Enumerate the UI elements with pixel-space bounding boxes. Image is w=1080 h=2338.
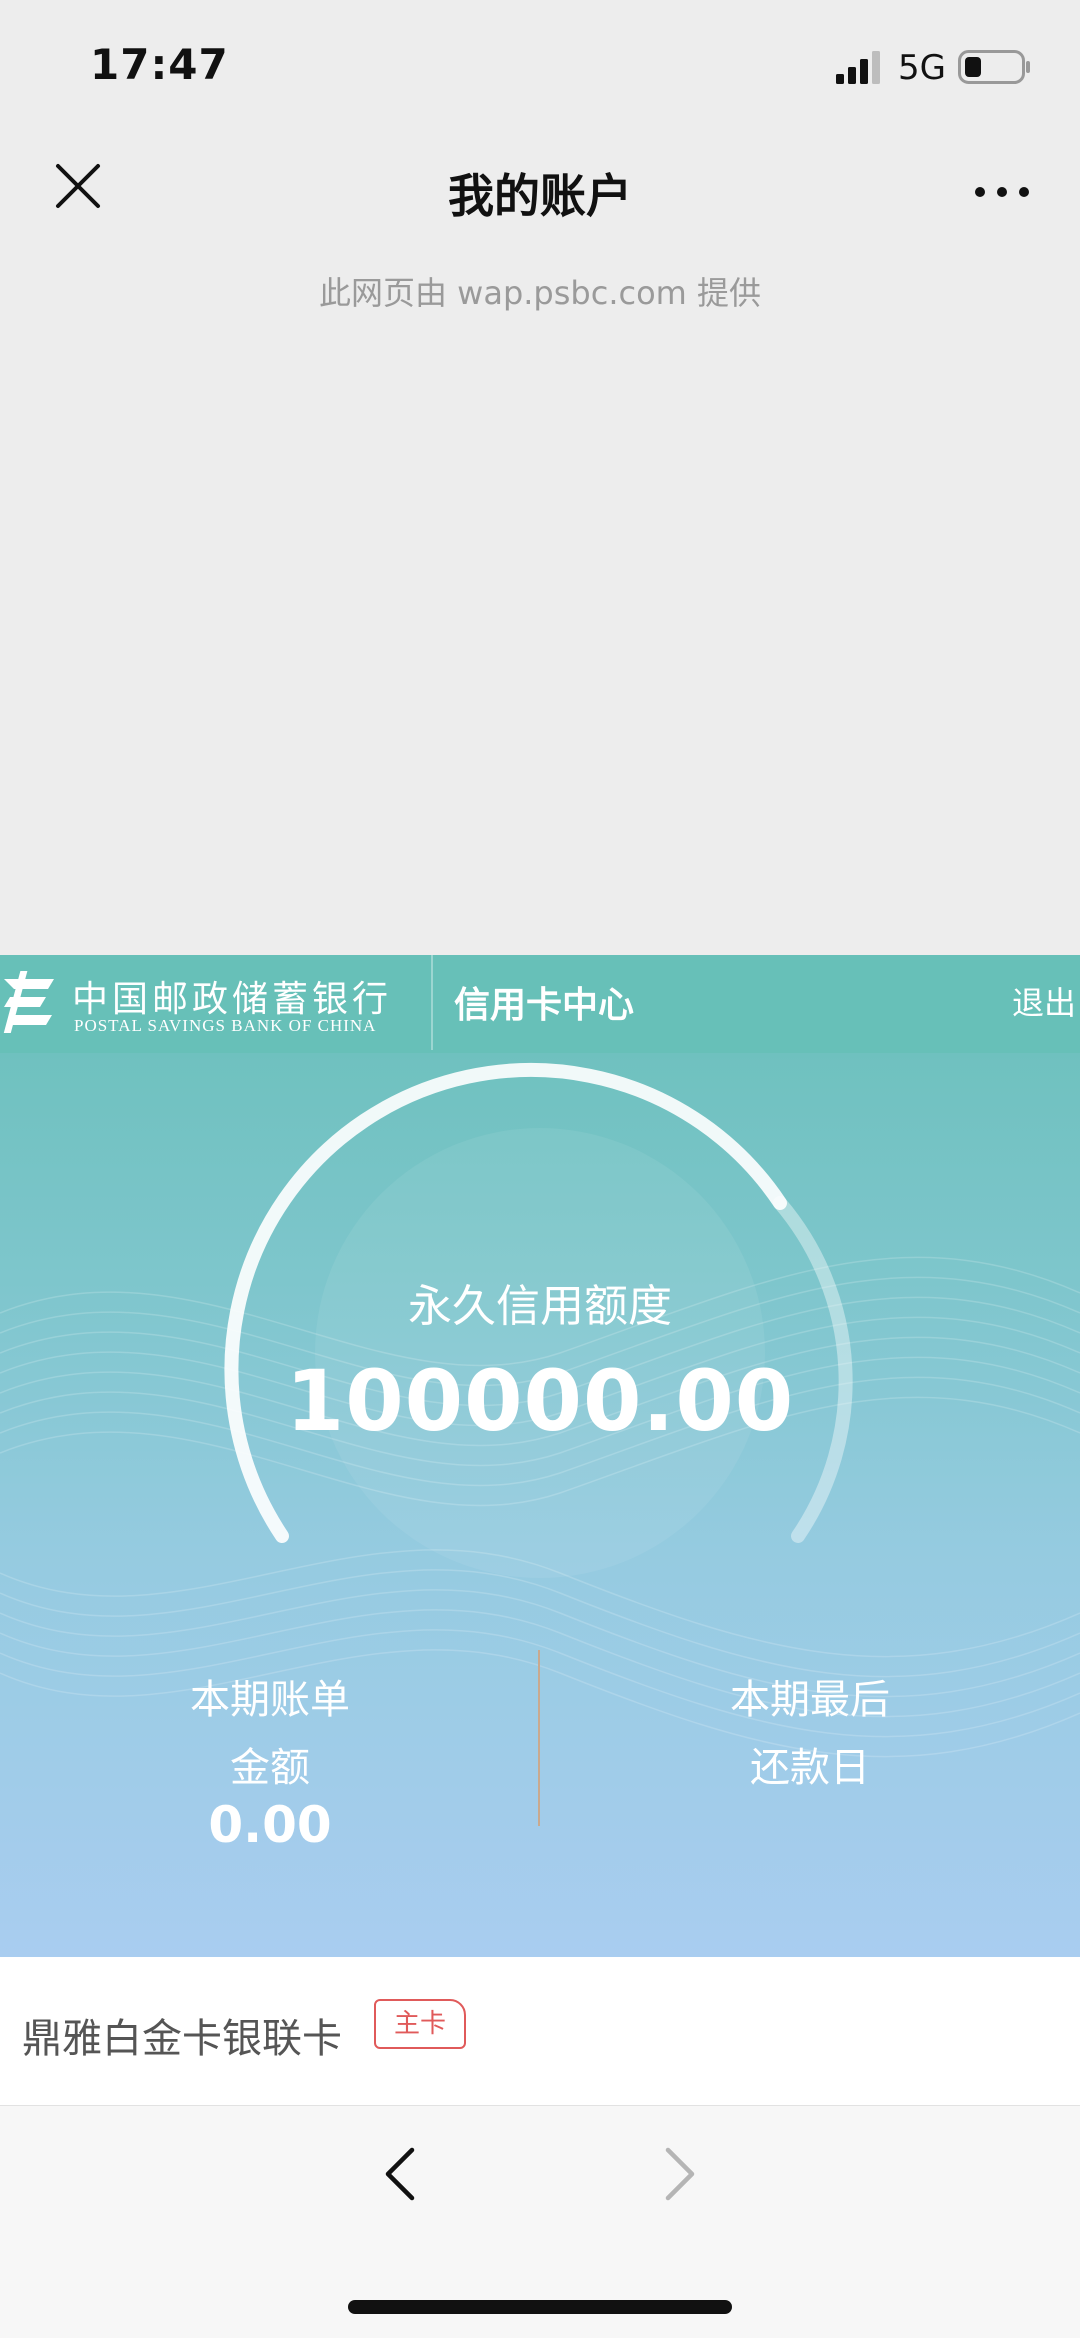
home-indicator xyxy=(348,2300,732,2314)
bill-amount-value: 0.00 xyxy=(208,1796,332,1854)
credit-card-center-title: 信用卡中心 xyxy=(454,985,635,1026)
stats-divider xyxy=(538,1650,540,1826)
main-card-badge: 主卡 xyxy=(374,1999,466,2049)
provider-note: 此网页由 wap.psbc.com 提供 xyxy=(318,274,762,312)
more-icon[interactable] xyxy=(972,172,1032,212)
logout-link[interactable]: 退出 xyxy=(1012,978,1076,1024)
header-divider xyxy=(431,955,433,1050)
credit-limit-value: 100000.00 xyxy=(285,1352,795,1450)
credit-limit-label: 永久信用额度 xyxy=(408,1281,672,1332)
back-arrow-icon[interactable] xyxy=(378,2144,422,2204)
bank-name-cn: 中国邮政储蓄银行 xyxy=(72,979,393,1020)
card-name: 鼎雅白金卡银联卡 xyxy=(22,2016,342,2062)
status-bar: 17:47 5G xyxy=(0,0,1080,130)
bill-label-line2: 金额 xyxy=(230,1745,310,1791)
battery-icon xyxy=(958,50,1030,84)
bank-name-en: POSTAL SAVINGS BANK OF CHINA xyxy=(74,1016,377,1035)
due-label-line1: 本期最后 xyxy=(730,1677,890,1723)
signal-icon xyxy=(836,51,880,84)
bill-label-line1: 本期账单 xyxy=(190,1677,350,1723)
network-type: 5G xyxy=(898,48,946,88)
due-date-label: 本期最后 还款日 xyxy=(680,1666,940,1802)
bill-amount-label: 本期账单 金额 xyxy=(140,1666,400,1802)
due-label-line2: 还款日 xyxy=(750,1745,870,1791)
forward-arrow-icon[interactable] xyxy=(658,2144,702,2204)
bank-logo-icon xyxy=(3,971,54,1033)
status-time: 17:47 xyxy=(90,40,229,89)
page-title: 我的账户 xyxy=(448,169,632,223)
